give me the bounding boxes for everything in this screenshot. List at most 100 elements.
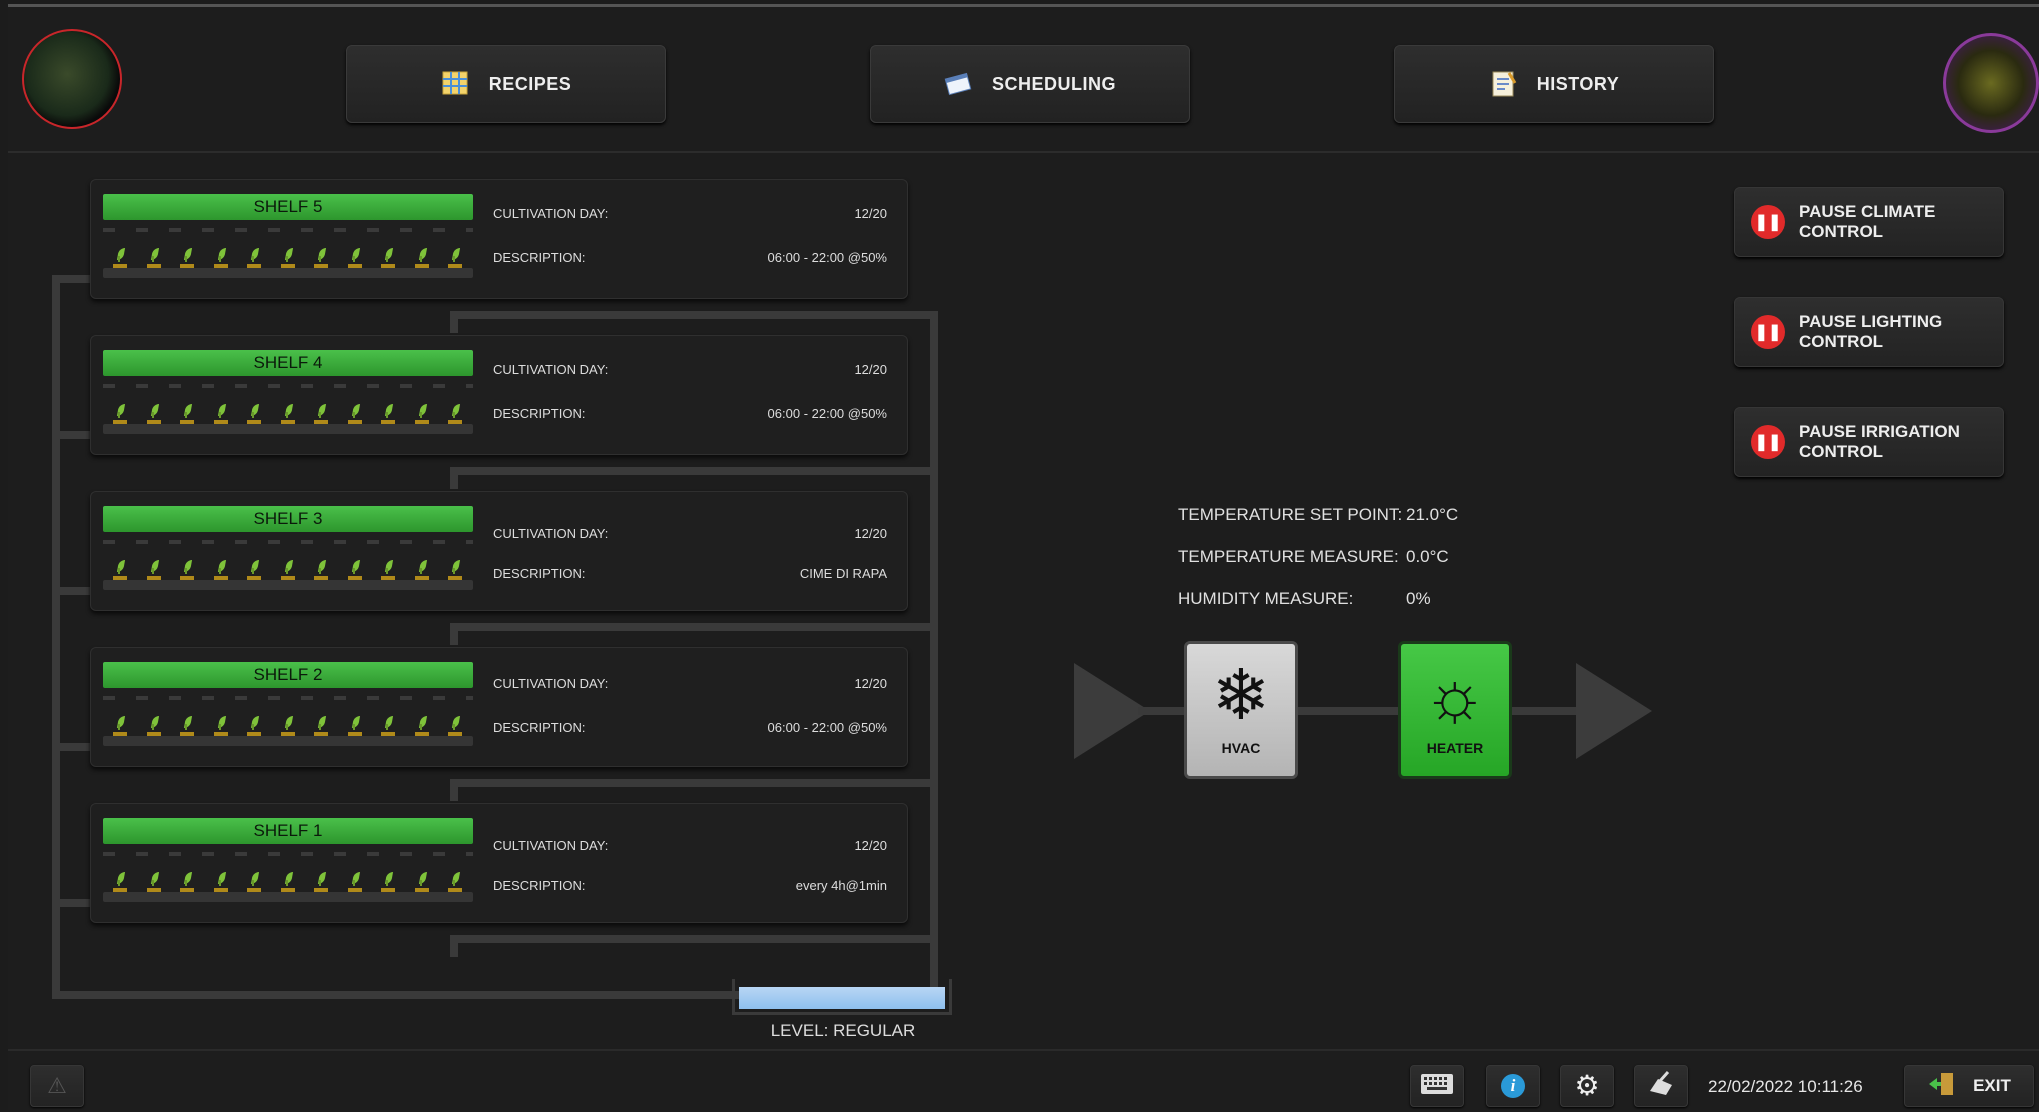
pause-irrigation-label: PAUSE IRRIGATION CONTROL — [1799, 422, 1960, 461]
hvac-label: HVAC — [1221, 740, 1261, 756]
notepad-icon — [1489, 69, 1519, 99]
seedling-icon — [146, 560, 161, 580]
description-value: 06:00 - 22:00 @50% — [767, 250, 887, 265]
airflow-out-arrow — [1576, 663, 1652, 759]
seedling-icon — [280, 716, 295, 736]
cultivation-day-value: 12/20 — [854, 362, 887, 377]
seedling-icon — [448, 404, 462, 424]
pipe-shelf5-out — [450, 311, 938, 319]
seedling-icon — [213, 872, 228, 892]
pause-icon: ❚❚ — [1751, 315, 1785, 349]
sweep-button[interactable] — [1634, 1065, 1688, 1107]
seedling-icon — [113, 716, 127, 736]
seedling-icon — [180, 872, 194, 892]
heater-label: HEATER — [1426, 740, 1484, 756]
seedling-icon — [113, 560, 127, 580]
main-area: SHELF 5 CULTIVATION DAY: 12/20 DESCRIPTI… — [8, 153, 2039, 1049]
temperature-label: TEMPERATURE MEASURE: — [1178, 547, 1399, 566]
seedling-icon — [280, 560, 295, 580]
pipe-shelf2-in — [52, 743, 94, 751]
history-button[interactable]: HISTORY — [1394, 45, 1714, 123]
table-icon — [441, 69, 471, 99]
pause-irrigation-button[interactable]: ❚❚ PAUSE IRRIGATION CONTROL — [1734, 407, 2004, 477]
setpoint-value: 21.0°C — [1406, 505, 1459, 524]
seedling-icon — [414, 716, 429, 736]
cultivation-day-label: CULTIVATION DAY: — [493, 676, 609, 691]
info-button[interactable]: i — [1486, 1065, 1540, 1107]
keyboard-icon — [1420, 1073, 1454, 1100]
seedling-icon — [247, 404, 261, 424]
recipes-label: RECIPES — [488, 73, 572, 94]
pause-lighting-label: PAUSE LIGHTING CONTROL — [1799, 312, 1943, 351]
seedling-icon — [247, 248, 261, 268]
shelf-1[interactable]: SHELF 1 CULTIVATION DAY: 12/20 DESCRIPTI… — [90, 803, 908, 923]
humidity-label: HUMIDITY MEASURE: — [1178, 589, 1354, 608]
app-window: RECIPES SCHEDULING HISTORY SHELF 5 CULTI… — [8, 4, 2039, 1110]
cultivation-day-value: 12/20 — [854, 206, 887, 221]
shelf-title: SHELF 4 — [103, 350, 473, 376]
pipe-shelf4-in — [52, 431, 94, 439]
tank-level-text: LEVEL: REGULAR — [770, 1021, 916, 1040]
right-logo — [1943, 33, 2039, 133]
shelf-4[interactable]: SHELF 4 CULTIVATION DAY: 12/20 DESCRIPTI… — [90, 335, 908, 455]
cultivation-day-label: CULTIVATION DAY: — [493, 206, 609, 221]
bottom-bar: ⚠ i ⚙ 22/02/2022 10:11:26 EXIT — [8, 1049, 2039, 1112]
seedling-icon — [146, 404, 161, 424]
shelf-5[interactable]: SHELF 5 CULTIVATION DAY: 12/20 DESCRIPTI… — [90, 179, 908, 299]
pause-icon: ❚❚ — [1751, 425, 1785, 459]
shelf-title: SHELF 5 — [103, 194, 473, 220]
seedling-icon — [381, 716, 395, 736]
setpoint-label: TEMPERATURE SET POINT: — [1178, 505, 1403, 524]
seedling-icon — [213, 560, 228, 580]
calendar-icon — [944, 69, 974, 99]
sun-icon: ☼ — [1422, 656, 1488, 734]
datetime-display: 22/02/2022 10:11:26 — [1708, 1077, 1863, 1096]
alarm-button[interactable]: ⚠ — [30, 1065, 84, 1107]
history-label: HISTORY — [1536, 73, 1620, 94]
seedling-icon — [180, 248, 194, 268]
pause-lighting-button[interactable]: ❚❚ PAUSE LIGHTING CONTROL — [1734, 297, 2004, 367]
cultivation-day-label: CULTIVATION DAY: — [493, 526, 609, 541]
shelf-2[interactable]: SHELF 2 CULTIVATION DAY: 12/20 DESCRIPTI… — [90, 647, 908, 767]
shelf-3[interactable]: SHELF 3 CULTIVATION DAY: 12/20 DESCRIPTI… — [90, 491, 908, 611]
plant-tray — [103, 848, 473, 902]
heater-unit[interactable]: ☼ HEATER — [1398, 641, 1512, 779]
scheduling-button[interactable]: SCHEDULING — [870, 45, 1190, 123]
exit-label: EXIT — [1973, 1076, 2011, 1095]
description-label: DESCRIPTION: — [493, 720, 586, 735]
seedling-icon — [280, 248, 295, 268]
plant-tray — [103, 536, 473, 590]
seedling-icon — [347, 248, 362, 268]
seedling-icon — [314, 560, 328, 580]
description-value: CIME DI RAPA — [799, 566, 887, 581]
description-value: every 4h@1min — [795, 878, 887, 893]
seedling-icon — [448, 248, 462, 268]
pipe-shelf3-in — [52, 587, 94, 595]
water-tank — [732, 979, 952, 1015]
seedling-icon — [414, 404, 429, 424]
seedling-icon — [113, 872, 127, 892]
exit-button[interactable]: EXIT — [1904, 1065, 2034, 1107]
description-value: 06:00 - 22:00 @50% — [767, 406, 887, 421]
cultivation-day-value: 12/20 — [854, 526, 887, 541]
pause-climate-label: PAUSE CLIMATE CONTROL — [1799, 202, 1936, 241]
recipes-button[interactable]: RECIPES — [346, 45, 666, 123]
hvac-unit[interactable]: ❄ HVAC — [1184, 641, 1298, 779]
pipe-right-vertical — [930, 311, 938, 995]
seedling-icon — [314, 404, 328, 424]
seedling-icon — [414, 248, 429, 268]
seedling-icon — [180, 404, 194, 424]
keyboard-button[interactable] — [1410, 1065, 1464, 1107]
seedling-icon — [247, 560, 261, 580]
plant-tray — [103, 224, 473, 278]
seedling-icon — [280, 404, 295, 424]
seedling-icon — [381, 248, 395, 268]
shelf-title: SHELF 1 — [103, 818, 473, 844]
settings-button[interactable]: ⚙ — [1560, 1065, 1614, 1107]
seedling-icon — [247, 716, 261, 736]
pause-climate-button[interactable]: ❚❚ PAUSE CLIMATE CONTROL — [1734, 187, 2004, 257]
humidity-value: 0% — [1406, 589, 1431, 608]
shelf-title: SHELF 3 — [103, 506, 473, 532]
cultivation-day-value: 12/20 — [854, 838, 887, 853]
cultivation-day-value: 12/20 — [854, 676, 887, 691]
